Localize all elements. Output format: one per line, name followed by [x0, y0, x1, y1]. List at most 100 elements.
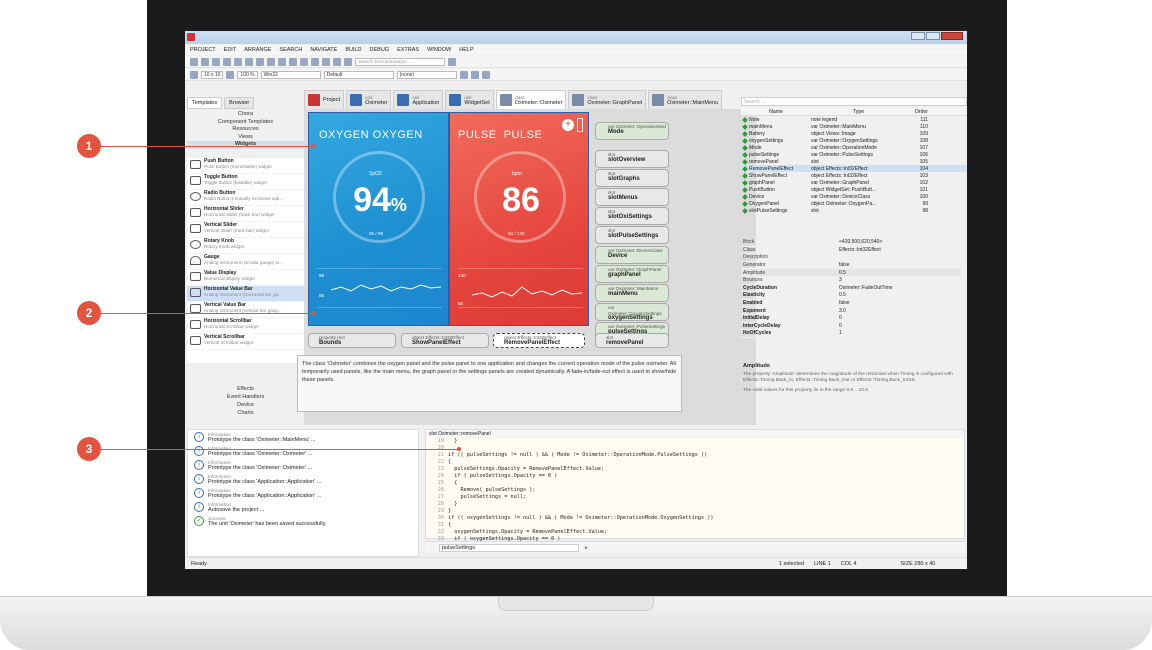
property-row[interactable]: Exponent 3.0 — [741, 307, 961, 315]
find-next-icon[interactable]: ▸ — [585, 545, 588, 551]
scope-select[interactable]: (none) — [396, 70, 457, 79]
list-item[interactable]: Rotary Knob Rotary Knob widget — [187, 238, 304, 254]
help-icon[interactable] — [448, 57, 456, 66]
slot-graphs[interactable]: slot slotGraphs — [595, 169, 669, 187]
grid-icon[interactable] — [190, 70, 198, 79]
tab-unit-oximeter[interactable]: unit Oximeter — [346, 90, 392, 110]
table-row[interactable]: ShowPanelEffect object Effects::Int32Effe… — [741, 172, 967, 179]
property-value[interactable]: false — [839, 300, 961, 306]
property-value[interactable]: 3 — [839, 277, 961, 283]
close-icon[interactable] — [941, 32, 963, 40]
col-order[interactable]: Order — [906, 109, 928, 115]
object-remove-panel-effect[interactable]: object Effects::Int32Effect RemovePanelEf… — [493, 333, 585, 348]
table-row[interactable]: RemovePanelEffect object Effects::Int32Ef… — [741, 165, 967, 172]
list-item[interactable]: Horizontal Scrollbar Horizontal Scrollbar… — [187, 318, 304, 334]
list-item[interactable]: Vertical Slider Vertical Slider (track ba… — [187, 222, 304, 238]
slot-remove-panel[interactable]: slot removePanel — [595, 333, 669, 348]
code-line[interactable]: 32 oxygenSettings.Opacity = RemovePanelE… — [426, 529, 964, 536]
search-documentation-input[interactable]: Search Documentation ... — [355, 57, 445, 66]
object-show-panel-effect[interactable]: object Effects::Int32Effect ShowPanelEffe… — [401, 333, 489, 348]
menu-edit[interactable]: EDIT — [224, 47, 237, 53]
property-row[interactable]: Amplitude 0.5 — [741, 269, 961, 277]
tab-templates[interactable]: Templates — [187, 97, 223, 109]
paste-icon[interactable] — [245, 57, 253, 66]
log-message[interactable]: ✓ Success The unit 'Oximeter' has been sav… — [188, 514, 418, 528]
minimize-icon[interactable] — [911, 32, 925, 40]
menu-window[interactable]: WINDOW — [427, 47, 451, 53]
tab-class-graphpanel[interactable]: class Oximeter::GraphPanel — [568, 90, 647, 110]
var-graph-panel[interactable]: var Oximeter::GraphPanel graphPanel — [595, 265, 669, 283]
table-row[interactable]: slotPulseSettings slot 98 — [741, 207, 967, 214]
zoom-in-icon[interactable] — [311, 57, 319, 66]
align-icon[interactable] — [300, 57, 308, 66]
slot-oxi-settings[interactable]: slot slotOxiSettings — [595, 207, 669, 225]
zoom-select[interactable]: 100 % — [237, 70, 258, 79]
zoom-icon[interactable] — [226, 70, 235, 79]
list-item[interactable]: Radio Button Radio Button (mutually exclu… — [187, 190, 304, 206]
pulse-panel[interactable]: PULSE PULSE + bpm 86 50 / 130 130 50 — [449, 112, 589, 326]
var-device[interactable]: var Oximeter::DeviceClass Device — [595, 246, 669, 264]
table-row[interactable]: oxygenSettings var Oximeter::OxygenSettin… — [741, 137, 967, 144]
category-widgets[interactable]: Widgets — [187, 141, 304, 149]
var-main-menu[interactable]: var Oximeter::MainMenu mainMenu — [595, 284, 669, 302]
tab-browser[interactable]: Browser — [224, 97, 255, 109]
save-icon[interactable] — [212, 57, 220, 66]
code-line[interactable]: 31 { — [426, 522, 964, 529]
table-row[interactable]: removePanel slot 105 — [741, 158, 967, 165]
property-value[interactable]: 0 — [839, 315, 961, 321]
tab-class-mainmenu[interactable]: class Oximeter::MainMenu — [648, 90, 723, 110]
table-row[interactable]: OxygenPanel object Oximeter::OxygenPa... 9… — [741, 200, 967, 207]
slot-menus[interactable]: slot slotMenus — [595, 188, 669, 206]
property-value[interactable]: 0 — [839, 323, 961, 329]
category-device[interactable]: Device — [187, 401, 304, 409]
profile-select[interactable]: Default — [323, 70, 394, 79]
slot-overview[interactable]: slot slotOverview — [595, 150, 669, 168]
list-item[interactable]: Value Display Numerical display widget — [187, 270, 304, 286]
slot-pulse-settings[interactable]: slot slotPulseSettings — [595, 226, 669, 244]
list-item[interactable]: Horizontal Value Bar Analog instrument (h… — [187, 286, 304, 302]
code-line[interactable]: 22 { — [426, 459, 964, 466]
col-name[interactable]: Name — [741, 109, 811, 115]
property-row[interactable]: CycleDuration Oximeter::FadeOutTime — [741, 285, 961, 293]
log-message[interactable]: i Information Prototype the class 'Oximete… — [188, 430, 418, 444]
table-row[interactable]: PushButton object WidgetSet::PushButt... 1… — [741, 186, 967, 193]
platform-select[interactable]: Win32 — [260, 70, 321, 79]
code-line[interactable]: 25 { — [426, 480, 964, 487]
log-message[interactable]: i Information Autosave the project ... — [188, 500, 418, 514]
log-message[interactable]: i Information Prototype the class 'Oximete… — [188, 458, 418, 472]
code-editor[interactable]: slot Oximeter::removePanel 19 } 20 21 if ((… — [425, 429, 965, 542]
property-row[interactable]: Class Effects::Int32Effect — [741, 247, 961, 255]
list-item[interactable]: Gauge Analog instrument (circular gauge) … — [187, 254, 304, 270]
property-value[interactable]: Oximeter::FadeOutTime — [839, 285, 961, 291]
tab-unit-application[interactable]: unit Application — [393, 90, 444, 110]
align-icon[interactable] — [278, 57, 286, 66]
tab-unit-widgetset[interactable]: unit WidgetSet — [445, 90, 494, 110]
property-value[interactable]: 0.5 — [839, 292, 961, 298]
code-line[interactable]: 27 pulseSettings = null; — [426, 494, 964, 501]
category-resources[interactable]: Resources — [187, 126, 304, 134]
category-component-templates[interactable]: Component Templates — [187, 119, 304, 127]
menu-project[interactable]: PROJECT — [190, 47, 216, 53]
code-line[interactable]: 24 if ( pulseSettings.Opacity == 0 ) — [426, 473, 964, 480]
copy-icon[interactable] — [234, 57, 242, 66]
list-item[interactable]: Vertical Value Bar Analog instrument (ver… — [187, 302, 304, 318]
col-type[interactable]: Type — [811, 109, 906, 115]
undo-icon[interactable] — [256, 57, 264, 66]
cut-icon[interactable] — [223, 57, 231, 66]
table-row[interactable]: mainMenu var Oximeter::MainMenu 110 — [741, 123, 967, 130]
oxygen-panel[interactable]: OXYGEN OXYGEN SpO2 94% 85 / 99 99 85 — [308, 112, 449, 326]
debug-icon[interactable] — [344, 57, 352, 66]
property-row[interactable]: NoOfCycles 1 — [741, 330, 961, 338]
category-chora[interactable]: Chora — [187, 111, 304, 119]
code-line[interactable]: 30 if (( oxygenSettings != null ) && ( Mo… — [426, 515, 964, 522]
menu-extras[interactable]: EXTRAS — [397, 47, 419, 53]
property-row[interactable]: InterCycleDelay 0 — [741, 323, 961, 331]
list-item[interactable]: Vertical Scrollbar Vertical Scrollbar wid… — [187, 334, 304, 350]
property-value[interactable]: 3.0 — [839, 308, 961, 314]
redo-icon[interactable] — [267, 57, 275, 66]
code-line[interactable]: 19 } — [426, 438, 964, 445]
stop-icon[interactable] — [481, 70, 490, 79]
table-row[interactable]: Device var Oximeter::DeviceClass 100 — [741, 193, 967, 200]
property-value[interactable]: 1 — [839, 330, 961, 336]
property-row[interactable]: Brick <420,500,620,540> — [741, 239, 961, 247]
